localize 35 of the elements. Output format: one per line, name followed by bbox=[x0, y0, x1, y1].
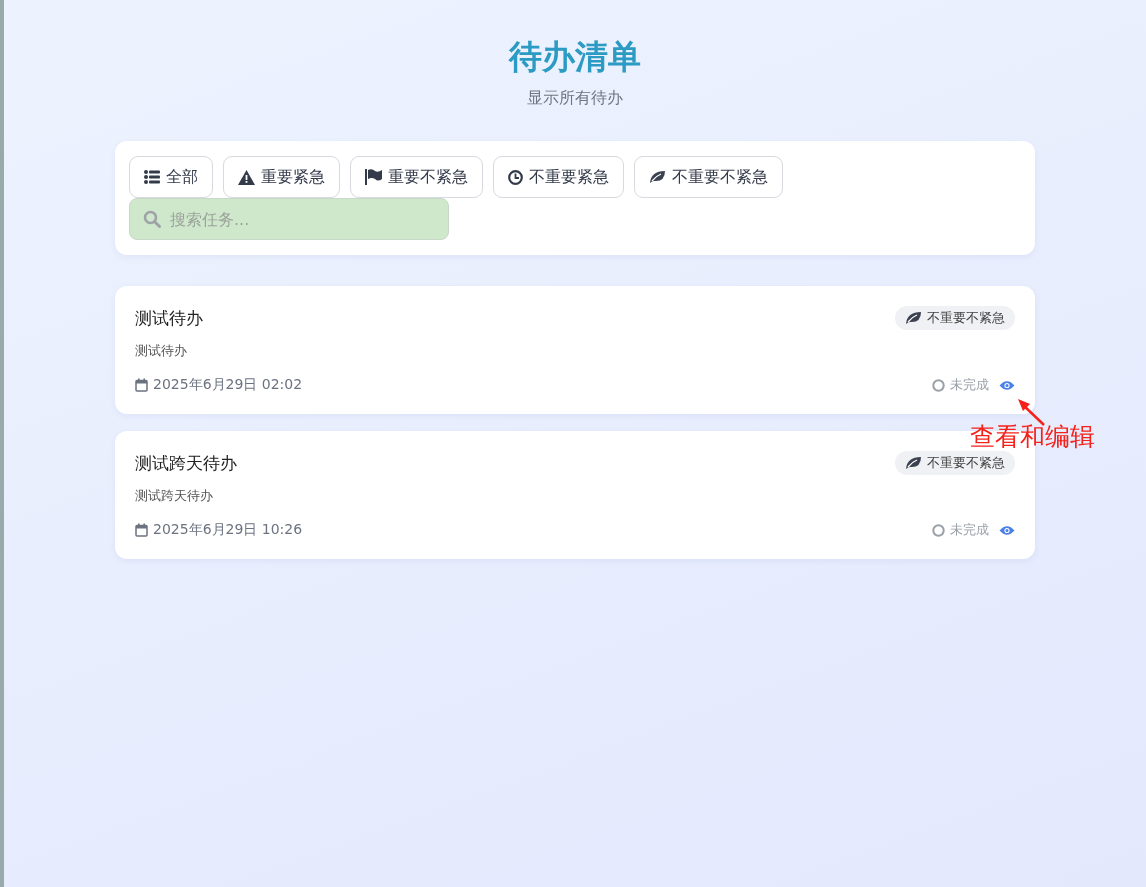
list-icon bbox=[144, 170, 160, 184]
view-edit-button[interactable] bbox=[999, 524, 1015, 536]
status-circle-icon bbox=[932, 523, 945, 537]
status-circle-icon bbox=[932, 378, 945, 392]
eye-icon bbox=[999, 379, 1015, 391]
page-title: 待办清单 bbox=[509, 36, 641, 78]
filter-tab[interactable]: 不重要不紧急 bbox=[634, 156, 783, 198]
annotation-label: 查看和编辑 bbox=[970, 421, 1095, 453]
task-date: 2025年6月29日 10:26 bbox=[153, 521, 303, 539]
priority-tag: 不重要不紧急 bbox=[895, 306, 1015, 330]
leaf-icon bbox=[905, 456, 922, 470]
filter-tab[interactable]: 重要不紧急 bbox=[350, 156, 483, 198]
search-icon bbox=[143, 210, 161, 228]
task-status: 未完成 bbox=[950, 376, 989, 394]
priority-tag: 不重要不紧急 bbox=[895, 451, 1015, 475]
filter-tab[interactable]: 全部 bbox=[129, 156, 213, 198]
task-date: 2025年6月29日 02:02 bbox=[153, 376, 303, 394]
page-subtitle: 显示所有待办 bbox=[527, 88, 623, 109]
flag-icon bbox=[365, 169, 382, 185]
task-title: 测试跨天待办 bbox=[135, 451, 237, 475]
eye-icon bbox=[999, 524, 1015, 536]
calendar-icon bbox=[135, 523, 148, 537]
filter-tab[interactable]: 重要紧急 bbox=[223, 156, 340, 198]
task-status: 未完成 bbox=[950, 521, 989, 539]
task-description: 测试跨天待办 bbox=[135, 487, 214, 505]
filter-tab[interactable]: 不重要紧急 bbox=[493, 156, 624, 198]
task-title: 测试待办 bbox=[135, 306, 203, 330]
task-description: 测试待办 bbox=[135, 342, 188, 360]
warning-icon bbox=[238, 169, 255, 185]
clock-icon bbox=[508, 169, 523, 185]
view-edit-button[interactable] bbox=[999, 379, 1015, 391]
leaf-icon bbox=[649, 170, 666, 184]
search-field[interactable]: 搜索任务... bbox=[129, 198, 449, 240]
leaf-icon bbox=[905, 311, 922, 325]
calendar-icon bbox=[135, 378, 148, 392]
